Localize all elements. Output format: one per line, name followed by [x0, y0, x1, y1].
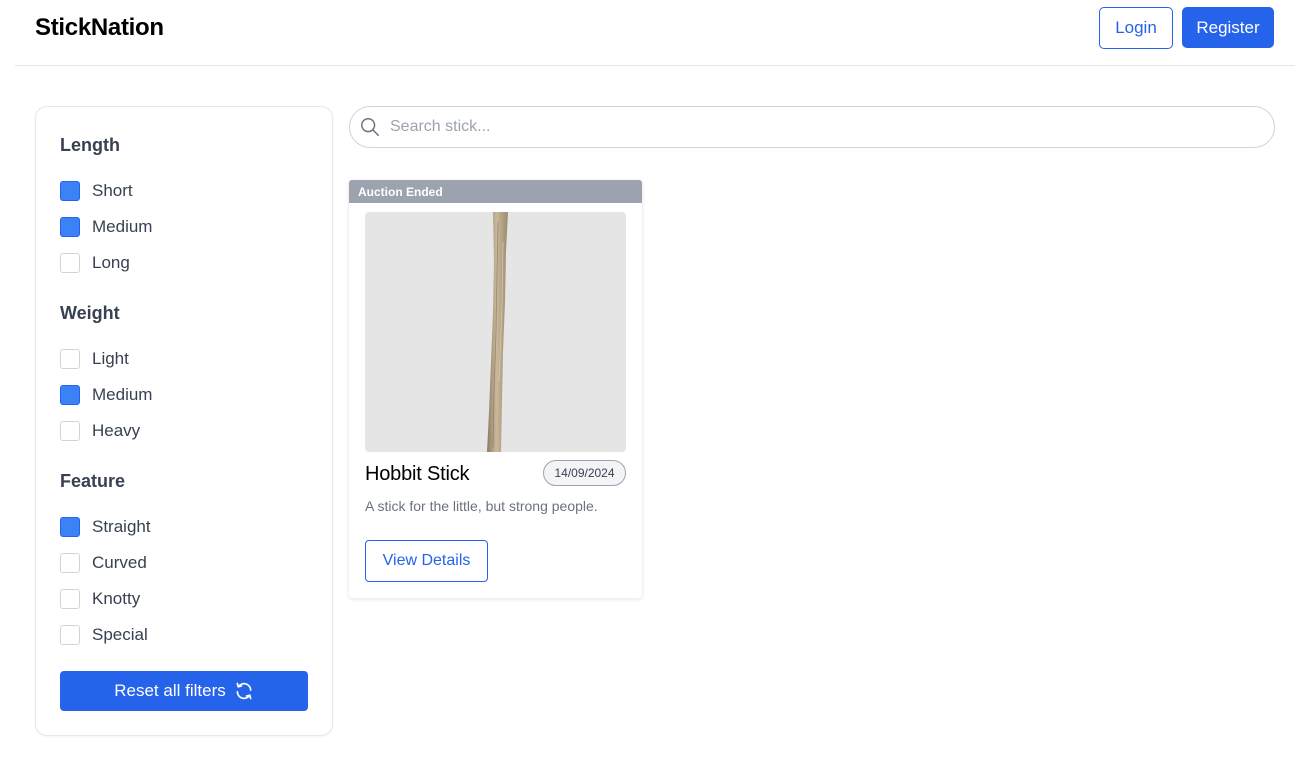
checkbox[interactable] [60, 349, 80, 369]
filter-option-feature-curved[interactable]: Curved [60, 552, 147, 574]
checkbox[interactable] [60, 517, 80, 537]
product-title: Hobbit Stick [365, 463, 470, 485]
checkbox[interactable] [60, 181, 80, 201]
login-button[interactable]: Login [1099, 7, 1173, 49]
filter-option-feature-special[interactable]: Special [60, 624, 148, 646]
filter-option-length-long[interactable]: Long [60, 252, 130, 274]
checkbox[interactable] [60, 253, 80, 273]
brand-logo-text[interactable]: StickNation [35, 14, 164, 42]
search-input[interactable] [390, 108, 1250, 146]
filter-option-weight-medium[interactable]: Medium [60, 384, 152, 406]
filter-option-feature-knotty[interactable]: Knotty [60, 588, 140, 610]
filter-option-label: Special [92, 625, 148, 644]
filter-option-label: Curved [92, 553, 147, 572]
filter-option-label: Light [92, 349, 129, 368]
register-button[interactable]: Register [1182, 7, 1274, 48]
filter-option-weight-heavy[interactable]: Heavy [60, 420, 140, 442]
filter-sidebar: Length Short Medium Long Weight Light Me… [35, 106, 333, 736]
filter-option-length-medium[interactable]: Medium [60, 216, 152, 238]
date-badge: 14/09/2024 [543, 460, 626, 486]
filter-option-label: Straight [92, 517, 151, 536]
product-image[interactable] [365, 212, 626, 452]
filter-option-feature-straight[interactable]: Straight [60, 516, 151, 538]
reset-filters-button[interactable]: Reset all filters [60, 671, 308, 711]
search-bar[interactable] [349, 106, 1275, 148]
checkbox[interactable] [60, 421, 80, 441]
checkbox[interactable] [60, 589, 80, 609]
filter-option-label: Knotty [92, 589, 141, 608]
filter-option-label: Medium [92, 385, 153, 404]
checkbox[interactable] [60, 217, 80, 237]
filter-option-label: Long [92, 253, 130, 272]
filter-group-title-length: Length [60, 135, 120, 155]
filter-option-length-short[interactable]: Short [60, 180, 133, 202]
view-details-button[interactable]: View Details [365, 540, 488, 582]
top-navbar: StickNation Login Register [15, 0, 1295, 66]
checkbox[interactable] [60, 553, 80, 573]
filter-option-weight-light[interactable]: Light [60, 348, 129, 370]
checkbox[interactable] [60, 625, 80, 645]
filter-group-title-feature: Feature [60, 471, 126, 491]
filter-option-label: Heavy [92, 421, 141, 440]
refresh-icon [234, 681, 254, 701]
product-card: Auction Ended Hobbit Stick 14/09/2024 A … [349, 180, 642, 598]
search-icon [359, 116, 381, 143]
filter-option-label: Medium [92, 217, 153, 236]
filter-option-label: Short [92, 181, 133, 200]
product-description: A stick for the little, but strong peopl… [365, 498, 598, 514]
auction-status-ribbon: Auction Ended [349, 180, 642, 203]
filter-group-title-weight: Weight [60, 303, 120, 323]
reset-filters-label: Reset all filters [114, 681, 226, 700]
checkbox[interactable] [60, 385, 80, 405]
